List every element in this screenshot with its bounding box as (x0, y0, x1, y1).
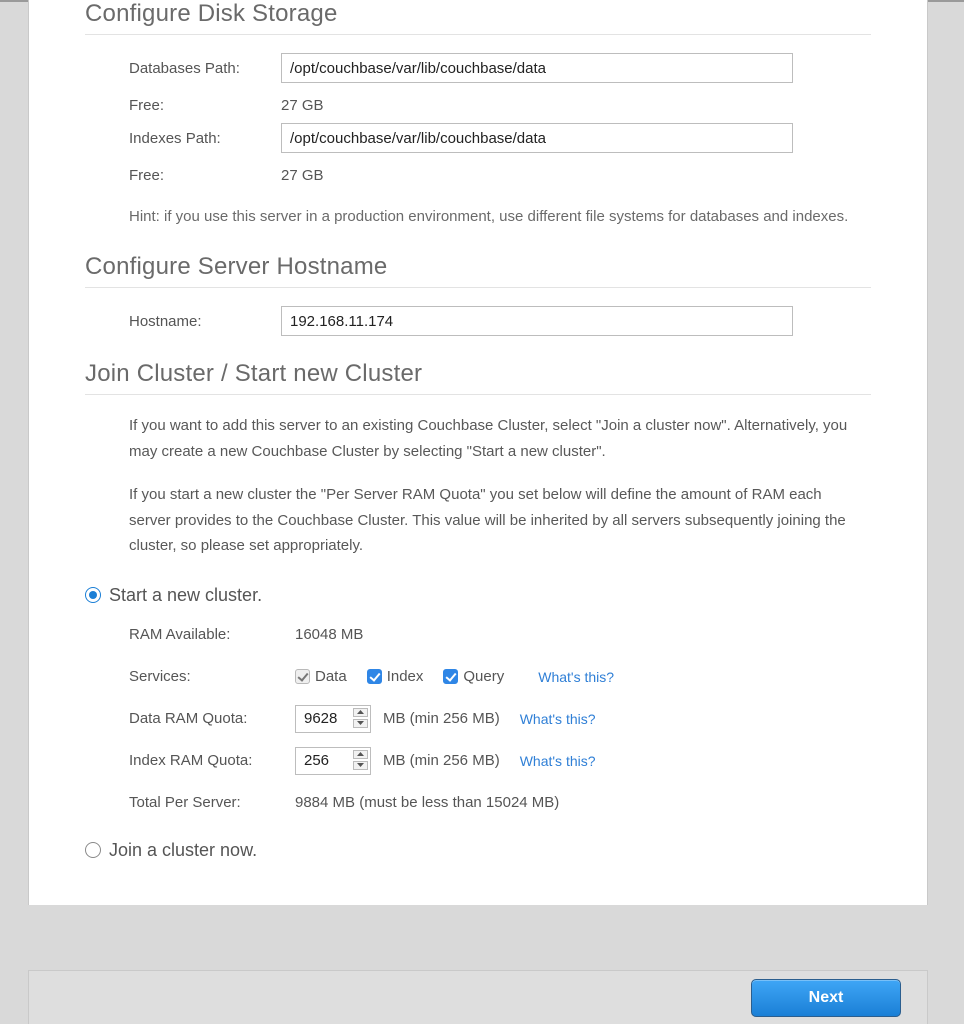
section-title-disk-storage: Configure Disk Storage (85, 0, 871, 28)
ram-available-value: 16048 MB (295, 626, 363, 643)
next-button[interactable]: Next (751, 979, 901, 1017)
ram-available-label: RAM Available: (129, 626, 295, 643)
divider (85, 34, 871, 35)
databases-free-value: 27 GB (281, 97, 861, 114)
cluster-intro-1: If you want to add this server to an exi… (129, 413, 861, 464)
divider (85, 287, 871, 288)
cluster-intro-2: If you start a new cluster the "Per Serv… (129, 482, 861, 559)
data-quota-spinner (353, 708, 368, 728)
indexes-free-label: Free: (129, 167, 281, 184)
data-quota-down-button[interactable] (353, 719, 368, 728)
indexes-free-value: 27 GB (281, 167, 861, 184)
hostname-input[interactable] (281, 306, 793, 336)
service-data-label: Data (315, 668, 347, 685)
service-query-label: Query (463, 668, 504, 685)
start-cluster-option[interactable]: Start a new cluster. (85, 585, 871, 606)
join-cluster-radio[interactable] (85, 842, 101, 858)
total-per-server-label: Total Per Server: (129, 794, 295, 811)
indexes-path-label: Indexes Path: (129, 130, 281, 147)
data-quota-up-button[interactable] (353, 708, 368, 717)
chevron-down-icon (357, 763, 364, 767)
start-cluster-radio[interactable] (85, 587, 101, 603)
databases-path-input[interactable] (281, 53, 793, 83)
service-query-checkbox[interactable] (443, 669, 458, 684)
databases-path-label: Databases Path: (129, 60, 281, 77)
data-ram-quota-label: Data RAM Quota: (129, 710, 295, 727)
service-data-checkbox (295, 669, 310, 684)
index-quota-unit: MB (min 256 MB) (383, 752, 500, 769)
service-index-label: Index (387, 668, 424, 685)
chevron-up-icon (357, 752, 364, 756)
start-cluster-label: Start a new cluster. (109, 585, 262, 606)
index-quota-up-button[interactable] (353, 750, 368, 759)
chevron-up-icon (357, 710, 364, 714)
indexes-path-input[interactable] (281, 123, 793, 153)
section-title-hostname: Configure Server Hostname (85, 253, 871, 281)
section-title-cluster: Join Cluster / Start new Cluster (85, 360, 871, 388)
join-cluster-label: Join a cluster now. (109, 840, 257, 861)
index-quota-whats-this-link[interactable]: What's this? (520, 753, 596, 769)
chevron-down-icon (357, 721, 364, 725)
divider (85, 394, 871, 395)
index-quota-spinner (353, 750, 368, 770)
service-index-checkbox[interactable] (367, 669, 382, 684)
join-cluster-option[interactable]: Join a cluster now. (85, 840, 871, 861)
index-quota-down-button[interactable] (353, 761, 368, 770)
services-label: Services: (129, 668, 295, 685)
disk-storage-hint: Hint: if you use this server in a produc… (129, 205, 861, 229)
services-whats-this-link[interactable]: What's this? (538, 669, 614, 685)
data-quota-unit: MB (min 256 MB) (383, 710, 500, 727)
setup-panel: Configure Disk Storage Databases Path: F… (28, 0, 928, 905)
index-ram-quota-label: Index RAM Quota: (129, 752, 295, 769)
data-quota-whats-this-link[interactable]: What's this? (520, 711, 596, 727)
databases-free-label: Free: (129, 97, 281, 114)
footer-bar: Next (28, 970, 928, 1024)
total-per-server-value: 9884 MB (must be less than 15024 MB) (295, 794, 559, 811)
hostname-label: Hostname: (129, 313, 281, 330)
